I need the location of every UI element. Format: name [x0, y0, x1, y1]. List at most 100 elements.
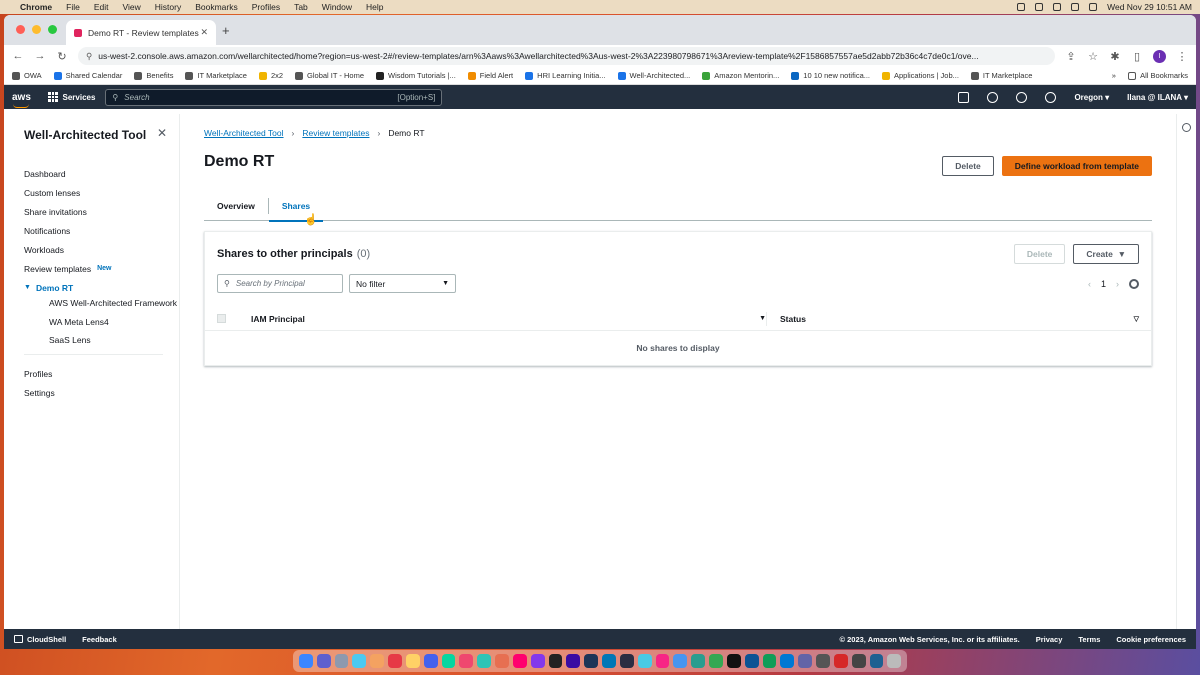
- sidepanel-icon[interactable]: ▯: [1131, 50, 1143, 63]
- sidebar-item-demo-rt[interactable]: ▼ Demo RT: [24, 278, 179, 297]
- aws-search-input[interactable]: ⚲ Search [Option+S]: [105, 88, 443, 106]
- app-icon[interactable]: [869, 654, 884, 668]
- sidenav-title[interactable]: Well-Architected Tool: [24, 128, 179, 142]
- teams-icon[interactable]: [798, 654, 813, 668]
- delete-template-button[interactable]: Delete: [942, 156, 994, 176]
- app-icon[interactable]: [459, 654, 474, 668]
- menu-view[interactable]: View: [122, 2, 140, 12]
- battery-icon[interactable]: [1053, 3, 1062, 11]
- sidebar-item-custom-lenses[interactable]: Custom lenses: [24, 183, 179, 202]
- help-icon[interactable]: [1016, 91, 1028, 103]
- menu-tab[interactable]: Tab: [294, 2, 308, 12]
- outlook-icon[interactable]: [780, 654, 795, 668]
- minimize-window-button[interactable]: [32, 25, 41, 34]
- account-menu[interactable]: Ilana @ ILANA ▾: [1127, 93, 1188, 102]
- app-icon[interactable]: [655, 654, 670, 668]
- menu-window[interactable]: Window: [322, 2, 352, 12]
- share-icon[interactable]: ⇪: [1065, 50, 1077, 63]
- app-icon[interactable]: [833, 654, 848, 668]
- profile-avatar[interactable]: I: [1153, 49, 1166, 63]
- status-filter-select[interactable]: No filter ▼: [349, 274, 456, 293]
- info-panel-icon[interactable]: [1182, 123, 1191, 132]
- region-selector[interactable]: Oregon ▾: [1074, 93, 1109, 102]
- aws-logo[interactable]: aws: [12, 92, 48, 108]
- word-icon[interactable]: [744, 654, 759, 668]
- app-icon[interactable]: [566, 654, 581, 668]
- app-icon[interactable]: [423, 654, 438, 668]
- sidebar-subitem-wa-framework[interactable]: AWS Well-Architected Framework: [24, 297, 179, 311]
- app-icon[interactable]: [691, 654, 706, 668]
- sidebar-item-workloads[interactable]: Workloads: [24, 240, 179, 259]
- caret-down-icon[interactable]: ▼: [24, 284, 31, 291]
- spotlight-icon[interactable]: [1089, 3, 1098, 11]
- menu-file[interactable]: File: [66, 2, 80, 12]
- table-settings-gear-icon[interactable]: [1129, 278, 1139, 289]
- app-icon[interactable]: [495, 654, 509, 668]
- select-all-checkbox[interactable]: [217, 314, 226, 323]
- new-tab-button[interactable]: +: [222, 23, 230, 38]
- define-workload-button[interactable]: Define workload from template: [1001, 156, 1152, 176]
- app-icon[interactable]: [352, 654, 367, 668]
- sidebar-item-share-invitations[interactable]: Share invitations: [24, 202, 179, 221]
- sidebar-item-notifications[interactable]: Notifications: [24, 221, 179, 240]
- sidebar-item-dashboard[interactable]: Dashboard: [24, 164, 179, 183]
- back-icon[interactable]: ←: [12, 50, 24, 62]
- page-number[interactable]: 1: [1101, 279, 1106, 289]
- notifications-bell-icon[interactable]: [987, 91, 999, 103]
- terms-link[interactable]: Terms: [1078, 635, 1100, 644]
- site-info-icon[interactable]: ⚲: [86, 51, 92, 62]
- breadcrumb-review-templates[interactable]: Review templates: [302, 128, 369, 138]
- cloudshell-button[interactable]: CloudShell: [14, 635, 66, 644]
- close-icon[interactable]: ✕: [157, 126, 167, 140]
- bookmark-item[interactable]: 10 10 new notifica...: [791, 71, 870, 80]
- status-icon[interactable]: [1017, 3, 1026, 11]
- more-menu-icon[interactable]: ⋮: [1176, 50, 1188, 63]
- reload-icon[interactable]: ↻: [56, 50, 68, 63]
- app-icon[interactable]: [370, 654, 385, 668]
- bookmark-item[interactable]: Amazon Mentorin...: [702, 71, 779, 80]
- principal-search-input[interactable]: ⚲ Search by Principal: [217, 274, 343, 293]
- finder-icon[interactable]: [299, 654, 313, 668]
- music-icon[interactable]: [512, 654, 527, 668]
- wifi-icon[interactable]: [1071, 3, 1080, 11]
- bookmark-item[interactable]: 2x2: [258, 71, 283, 80]
- browser-tab[interactable]: Demo RT - Review templates ✕: [66, 20, 216, 45]
- menu-profiles[interactable]: Profiles: [252, 2, 280, 12]
- bookmark-item[interactable]: Field Alert: [467, 71, 513, 80]
- bookmark-item[interactable]: Wisdom Tutorials |...: [376, 71, 456, 80]
- extensions-icon[interactable]: ✱: [1109, 50, 1121, 63]
- launchpad-icon[interactable]: [334, 654, 349, 668]
- menu-help[interactable]: Help: [366, 2, 383, 12]
- messages-icon[interactable]: [477, 654, 492, 668]
- bookmark-item[interactable]: OWA: [12, 71, 42, 80]
- app-store-icon[interactable]: [602, 654, 616, 668]
- close-window-button[interactable]: [16, 25, 25, 34]
- app-icon[interactable]: [441, 654, 456, 668]
- menu-history[interactable]: History: [155, 2, 181, 12]
- excel-icon[interactable]: [762, 654, 777, 668]
- bookmark-item[interactable]: HRI Learning Initia...: [525, 71, 606, 80]
- safari-icon[interactable]: [673, 654, 688, 668]
- privacy-link[interactable]: Privacy: [1036, 635, 1063, 644]
- cloudshell-icon[interactable]: [958, 91, 970, 103]
- settings-gear-icon[interactable]: [1045, 91, 1057, 103]
- menu-bookmarks[interactable]: Bookmarks: [195, 2, 238, 12]
- bookmark-item[interactable]: IT Marketplace: [970, 71, 1032, 80]
- app-icon[interactable]: [851, 654, 866, 668]
- previous-page-icon[interactable]: ‹: [1088, 279, 1091, 289]
- notes-icon[interactable]: [405, 654, 420, 668]
- calendar-icon[interactable]: [388, 654, 402, 668]
- sort-caret-icon[interactable]: ▽: [1134, 315, 1139, 323]
- cookie-preferences-link[interactable]: Cookie preferences: [1116, 635, 1186, 644]
- next-page-icon[interactable]: ›: [1116, 279, 1119, 289]
- breadcrumb-well-architected-tool[interactable]: Well-Architected Tool: [204, 128, 284, 138]
- podcasts-icon[interactable]: [530, 654, 545, 668]
- menu-edit[interactable]: Edit: [94, 2, 109, 12]
- all-bookmarks-button[interactable]: » All Bookmarks: [1112, 71, 1188, 80]
- zoom-window-button[interactable]: [48, 25, 57, 34]
- terminal-icon[interactable]: [619, 654, 634, 668]
- delete-share-button[interactable]: Delete: [1013, 244, 1066, 264]
- app-icon[interactable]: [816, 654, 830, 668]
- sort-caret-icon[interactable]: ▼: [759, 315, 766, 322]
- sidebar-item-profiles[interactable]: Profiles: [24, 365, 179, 384]
